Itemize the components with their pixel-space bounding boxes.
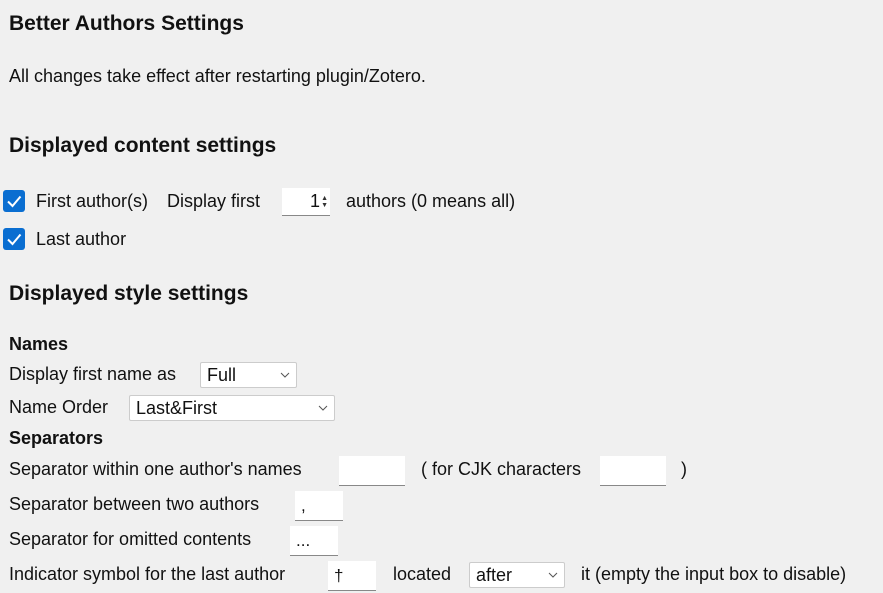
- restart-notice: All changes take effect after restarting…: [9, 66, 426, 86]
- authors-suffix-label: authors (0 means all): [346, 191, 516, 211]
- name-order-select[interactable]: Last&First: [129, 395, 335, 421]
- first-name-select-value: Full: [207, 364, 237, 385]
- author-count-value: 1: [310, 191, 321, 211]
- page-title: Better Authors Settings: [9, 12, 244, 35]
- between-separator-input[interactable]: [295, 491, 343, 521]
- first-name-label: Display first name as: [9, 364, 177, 384]
- checkmark-icon: [3, 228, 25, 250]
- located-select[interactable]: after: [469, 562, 565, 588]
- first-author-label: First author(s): [36, 191, 149, 211]
- chevron-down-icon: [318, 405, 328, 411]
- located-label: located: [393, 564, 452, 584]
- style-settings-heading: Displayed style settings: [9, 282, 249, 305]
- last-author-checkbox[interactable]: [3, 228, 25, 253]
- name-order-select-value: Last&First: [136, 397, 218, 418]
- name-order-label: Name Order: [9, 397, 109, 417]
- within-separator-input[interactable]: [339, 456, 405, 486]
- author-count-spinner[interactable]: 1 ▲ ▼: [282, 188, 330, 216]
- last-author-label: Last author: [36, 229, 127, 249]
- cjk-label: ( for CJK characters: [421, 459, 582, 479]
- content-settings-heading: Displayed content settings: [9, 134, 277, 157]
- chevron-down-icon: [280, 372, 290, 378]
- between-separator-label: Separator between two authors: [9, 494, 260, 514]
- cjk-close-paren: ): [681, 459, 687, 479]
- indicator-label: Indicator symbol for the last author: [9, 564, 286, 584]
- chevron-down-icon: [548, 572, 558, 578]
- names-heading: Names: [9, 334, 69, 354]
- indicator-symbol-input[interactable]: [328, 561, 376, 591]
- separators-heading: Separators: [9, 428, 104, 448]
- display-first-label: Display first: [167, 191, 261, 211]
- cjk-separator-input[interactable]: [600, 456, 666, 486]
- indicator-suffix-label: it (empty the input box to disable): [581, 564, 847, 584]
- spinner-arrows-icon[interactable]: ▲ ▼: [321, 195, 328, 209]
- first-name-select[interactable]: Full: [200, 362, 297, 388]
- checkmark-icon: [3, 190, 25, 212]
- first-author-checkbox[interactable]: [3, 190, 25, 215]
- within-separator-label: Separator within one author's names: [9, 459, 302, 479]
- located-select-value: after: [476, 564, 513, 585]
- omitted-separator-label: Separator for omitted contents: [9, 529, 252, 549]
- omitted-separator-input[interactable]: [290, 526, 338, 556]
